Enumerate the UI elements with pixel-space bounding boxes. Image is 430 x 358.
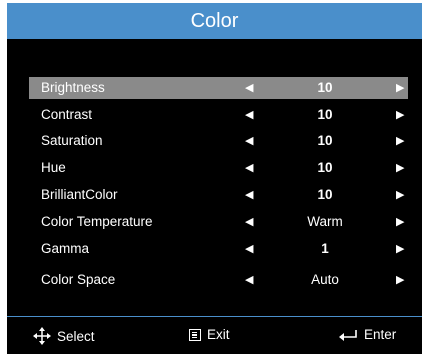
right-arrow-icon[interactable]: ▶ — [396, 77, 404, 99]
move-arrows-icon — [33, 327, 51, 345]
left-arrow-icon[interactable]: ◀ — [245, 130, 253, 152]
menu-row-color-temperature[interactable]: Color Temperature ◀ Warm ▶ — [29, 211, 408, 233]
menu-row-gamma[interactable]: Gamma ◀ 1 ▶ — [29, 238, 408, 260]
menu-row-hue[interactable]: Hue ◀ 10 ▶ — [29, 157, 408, 179]
right-arrow-icon[interactable]: ▶ — [396, 269, 404, 291]
row-label: BrilliantColor — [41, 187, 118, 202]
right-arrow-icon[interactable]: ▶ — [396, 130, 404, 152]
row-label: Saturation — [41, 133, 103, 148]
row-value: 1 — [321, 241, 329, 256]
right-arrow-icon[interactable]: ▶ — [396, 157, 404, 179]
row-label: Color Temperature — [41, 214, 153, 229]
right-arrow-icon[interactable]: ▶ — [396, 211, 404, 233]
menu-row-color-space[interactable]: Color Space ◀ Auto ▶ — [29, 269, 408, 291]
row-value: 10 — [317, 187, 333, 202]
left-arrow-icon[interactable]: ◀ — [245, 238, 253, 260]
menu-row-contrast[interactable]: Contrast ◀ 10 ▶ — [29, 104, 408, 126]
row-label: Gamma — [41, 241, 90, 256]
menu-row-brightness[interactable]: Brightness ◀ 10 ▶ — [29, 77, 408, 99]
enter-arrow-icon — [339, 329, 357, 341]
left-arrow-icon[interactable]: ◀ — [245, 77, 253, 99]
row-label: Contrast — [41, 107, 93, 122]
menu-icon — [189, 328, 201, 341]
left-arrow-icon[interactable]: ◀ — [245, 211, 253, 233]
menu-title: Color — [7, 3, 422, 39]
row-value: 10 — [317, 80, 333, 95]
row-value: Auto — [311, 272, 339, 287]
enter-label: Enter — [364, 327, 397, 342]
left-arrow-icon[interactable]: ◀ — [245, 269, 253, 291]
right-arrow-icon[interactable]: ▶ — [396, 104, 404, 126]
color-osd-menu: Color Brightness ◀ 10 ▶ Contrast ◀ 10 ▶ … — [7, 3, 422, 354]
left-arrow-icon[interactable]: ◀ — [245, 184, 253, 206]
row-label: Hue — [41, 160, 66, 175]
menu-row-brilliantcolor[interactable]: BrilliantColor ◀ 10 ▶ — [29, 184, 408, 206]
menu-row-saturation[interactable]: Saturation ◀ 10 ▶ — [29, 130, 408, 152]
enter-hint: Enter — [338, 327, 396, 342]
right-arrow-icon[interactable]: ▶ — [396, 238, 404, 260]
row-label: Brightness — [41, 80, 105, 95]
exit-hint: Exit — [189, 327, 230, 342]
row-value: 10 — [317, 133, 333, 148]
row-value: 10 — [317, 107, 333, 122]
select-label: Select — [57, 328, 95, 344]
row-label: Color Space — [41, 272, 116, 287]
select-hint: Select — [33, 327, 95, 345]
exit-label: Exit — [207, 327, 230, 342]
row-value: Warm — [307, 214, 343, 229]
left-arrow-icon[interactable]: ◀ — [245, 157, 253, 179]
row-value: 10 — [317, 160, 333, 175]
footer-bar: Select Exit Enter — [7, 317, 422, 354]
right-arrow-icon[interactable]: ▶ — [396, 184, 404, 206]
left-arrow-icon[interactable]: ◀ — [245, 104, 253, 126]
